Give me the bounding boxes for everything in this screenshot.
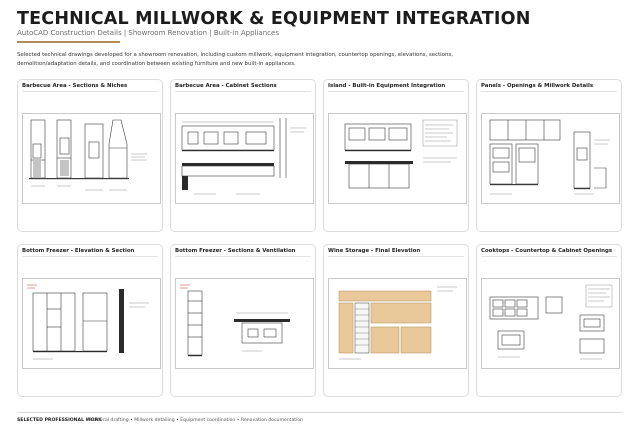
cad-drawing-barbecue-cabinets (181, 118, 306, 195)
cad-drawing-freezer-elevation (27, 284, 149, 360)
card-divider (328, 91, 464, 92)
project-card-wine-storage[interactable]: Wine Storage - Final Elevation (323, 244, 469, 397)
project-card-barbecue-sections[interactable]: Barbecue Area - Sections & Niches (17, 79, 163, 232)
drawing-thumbnail[interactable] (175, 278, 314, 369)
card-divider (175, 256, 311, 257)
project-card-island-equipment[interactable]: Island - Built-in Equipment Integration (323, 79, 469, 232)
card-title: Island - Built-in Equipment Integration (328, 83, 446, 89)
footer-divider (17, 412, 623, 413)
cad-drawing-panels (489, 119, 610, 195)
footer-skills: Technical drafting • Millwork detailing … (88, 418, 304, 423)
drawing-thumbnail[interactable] (481, 113, 620, 204)
card-title: Bottom Freezer - Sections & Ventilation (175, 248, 296, 254)
card-title: Panels - Openings & Millwork Details (481, 83, 594, 89)
card-divider (22, 91, 158, 92)
drawing-thumbnail[interactable] (22, 278, 161, 369)
card-divider (328, 256, 464, 257)
card-title: Barbecue Area - Cabinet Sections (175, 83, 277, 89)
cad-drawing-island (344, 119, 458, 189)
drawing-thumbnail[interactable] (22, 113, 161, 204)
cad-drawing-barbecue-sections (29, 119, 147, 191)
title-accent-bar (17, 41, 120, 43)
project-card-panels-openings[interactable]: Panels - Openings & Millwork Details (476, 79, 622, 232)
card-divider (22, 256, 158, 257)
page-description: Selected technical drawings developed fo… (17, 52, 453, 67)
card-title: Cooktops - Countertop & Cabinet Openings (481, 248, 613, 254)
drawing-thumbnail[interactable] (328, 278, 467, 369)
card-title: Wine Storage - Final Elevation (328, 248, 421, 254)
drawing-thumbnail[interactable] (481, 278, 620, 369)
cad-drawing-cooktops (489, 284, 613, 360)
project-card-barbecue-cabinets[interactable]: Barbecue Area - Cabinet Sections (170, 79, 316, 232)
project-card-bottom-freezer-sections[interactable]: Bottom Freezer - Sections & Ventilation (170, 244, 316, 397)
project-card-cooktops[interactable]: Cooktops - Countertop & Cabinet Openings (476, 244, 622, 397)
card-divider (481, 91, 617, 92)
drawing-thumbnail[interactable] (328, 113, 467, 204)
cad-drawing-wine-storage (338, 286, 457, 360)
page-title: TECHNICAL MILLWORK & EQUIPMENT INTEGRATI… (17, 9, 531, 29)
card-title: Bottom Freezer - Elevation & Section (22, 248, 135, 254)
page-subtitle: AutoCAD Construction Details | Showroom … (17, 29, 279, 37)
cad-drawing-freezer-sections (180, 284, 290, 357)
project-card-bottom-freezer-elevation[interactable]: Bottom Freezer - Elevation & Section (17, 244, 163, 397)
card-divider (175, 91, 311, 92)
card-divider (481, 256, 617, 257)
card-title: Barbecue Area - Sections & Niches (22, 83, 128, 89)
drawing-thumbnail[interactable] (175, 113, 314, 204)
